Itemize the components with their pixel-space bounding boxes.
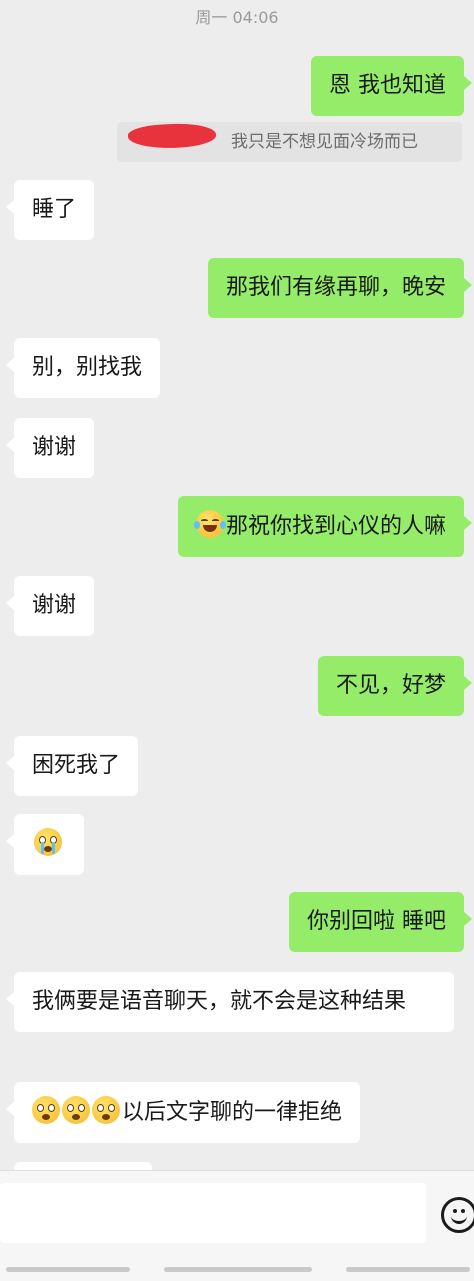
- flushed-emoji-icon: [32, 1096, 60, 1124]
- message-text: 不见，好梦: [335, 673, 446, 698]
- flushed-emoji-icon: [62, 1096, 90, 1124]
- message-text: 恩 我也知道: [329, 73, 446, 98]
- message-text: 谢谢: [32, 593, 77, 618]
- message-text: 那祝你找到心仪的人嘛: [225, 514, 446, 539]
- message-row-outgoing[interactable]: 那我们有缘再聊，晚安: [207, 258, 473, 318]
- message-row-outgoing[interactable]: 那祝你找到心仪的人嘛: [177, 496, 473, 557]
- message-row-outgoing[interactable]: 你别回啦 睡吧: [289, 892, 472, 952]
- laugh-cry-emoji-icon: [193, 510, 226, 538]
- message-row-incoming[interactable]: 困死我了: [5, 736, 139, 796]
- message-text: 谢谢: [32, 435, 77, 460]
- message-row-outgoing[interactable]: 恩 我也知道: [311, 56, 472, 116]
- message-text: 困死我了: [32, 753, 121, 778]
- message-row-outgoing[interactable]: 不见，好梦: [317, 656, 473, 716]
- bottom-indicator-mid: [164, 1267, 312, 1272]
- message-row-incoming[interactable]: 谢谢: [5, 418, 95, 478]
- message-row-incoming[interactable]: 谢谢: [5, 576, 95, 636]
- message-text: 别，别找我: [32, 355, 143, 380]
- message-row-incoming[interactable]: 我俩要是语音聊天，就不会是这种结果: [6, 972, 454, 1032]
- message-text: 你别回啦 睡吧: [307, 909, 446, 934]
- bottom-indicator-left: [6, 1267, 130, 1272]
- message-text: 那我们有缘再聊，晚安: [225, 275, 446, 300]
- chat-timestamp: 周一 04:06: [195, 8, 279, 27]
- flushed-emoji-icon: [92, 1096, 120, 1124]
- input-bar: [0, 1170, 474, 1281]
- message-row-incoming[interactable]: 睡了: [5, 180, 95, 240]
- message-text: 睡了: [32, 197, 77, 222]
- message-row-incoming[interactable]: 别，别找我: [5, 338, 161, 398]
- message-row-incoming[interactable]: [6, 814, 84, 875]
- message-input[interactable]: [0, 1183, 426, 1243]
- crying-emoji-icon: [34, 828, 62, 856]
- message-text: 我俩要是语音聊天，就不会是这种结果: [32, 989, 407, 1014]
- quoted-text: 我只是不想见面冷场而已: [231, 132, 418, 152]
- smiley-icon[interactable]: [441, 1197, 474, 1233]
- message-text: 以后文字聊的一律拒绝: [122, 1100, 343, 1125]
- bottom-indicator-right: [346, 1267, 470, 1272]
- message-row-incoming[interactable]: 以后文字聊的一律拒绝: [5, 1082, 361, 1143]
